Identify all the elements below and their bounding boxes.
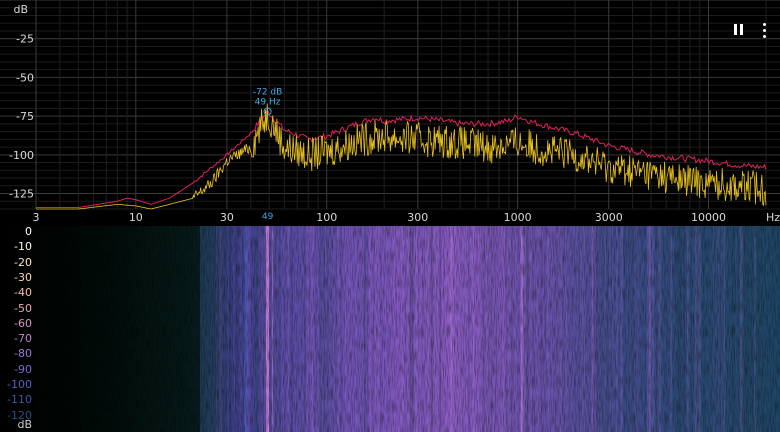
x-tick-label: 30 <box>220 211 234 224</box>
y-tick-label: -125 <box>9 188 34 201</box>
db-scale-tick: -70 <box>14 332 32 346</box>
x-tick-label: 10 <box>129 211 143 224</box>
y-tick-label: -100 <box>9 149 34 162</box>
db-scale-tick: -50 <box>14 301 32 315</box>
spectrogram <box>0 226 780 432</box>
more-vert-icon[interactable] <box>763 20 766 38</box>
x-tick-label: 1000 <box>504 211 532 224</box>
db-scale-tick: 0 <box>25 225 32 238</box>
pause-icon[interactable] <box>734 20 743 38</box>
x-tick-label: 100 <box>316 211 337 224</box>
y-axis-unit: dB <box>13 3 28 16</box>
db-scale-tick: -20 <box>14 255 32 269</box>
db-scale-tick: -90 <box>14 362 32 376</box>
db-scale-tick: -110 <box>7 393 32 407</box>
x-tick-label: 300 <box>407 211 428 224</box>
db-scale-tick: -60 <box>14 316 32 330</box>
db-scale-tick: -100 <box>7 378 32 391</box>
x-axis-unit: Hz <box>766 211 780 224</box>
x-tick-label: 10000 <box>691 211 726 224</box>
x-tick-label: 3 <box>33 211 40 224</box>
y-tick-label: -75 <box>16 110 34 123</box>
db-scale-tick: -40 <box>14 286 32 300</box>
spectrum-chart: -25 -50 -75 -100 -125 3 10 30 100 300 1000 3000 100… <box>0 0 780 226</box>
x-tick-label: 3000 <box>595 211 623 224</box>
spectrogram-db-scale: 0 -10 -20 -30 -40 -50 -60 -70 -80 -90 -100 -110 -120… <box>0 226 40 432</box>
y-tick-label: -50 <box>16 71 34 84</box>
peak-frequency-marker: 49 <box>262 212 274 222</box>
db-scale-tick: -30 <box>14 270 32 284</box>
db-scale-tick: -10 <box>14 240 32 254</box>
y-tick-label: -25 <box>16 33 34 46</box>
db-scale-tick: -80 <box>14 347 32 361</box>
peak-db-label: -72 dB <box>253 87 282 97</box>
peak-hz-label: 49 Hz <box>255 97 281 107</box>
toolbar <box>734 20 766 38</box>
db-scale-unit: dB <box>17 418 32 431</box>
